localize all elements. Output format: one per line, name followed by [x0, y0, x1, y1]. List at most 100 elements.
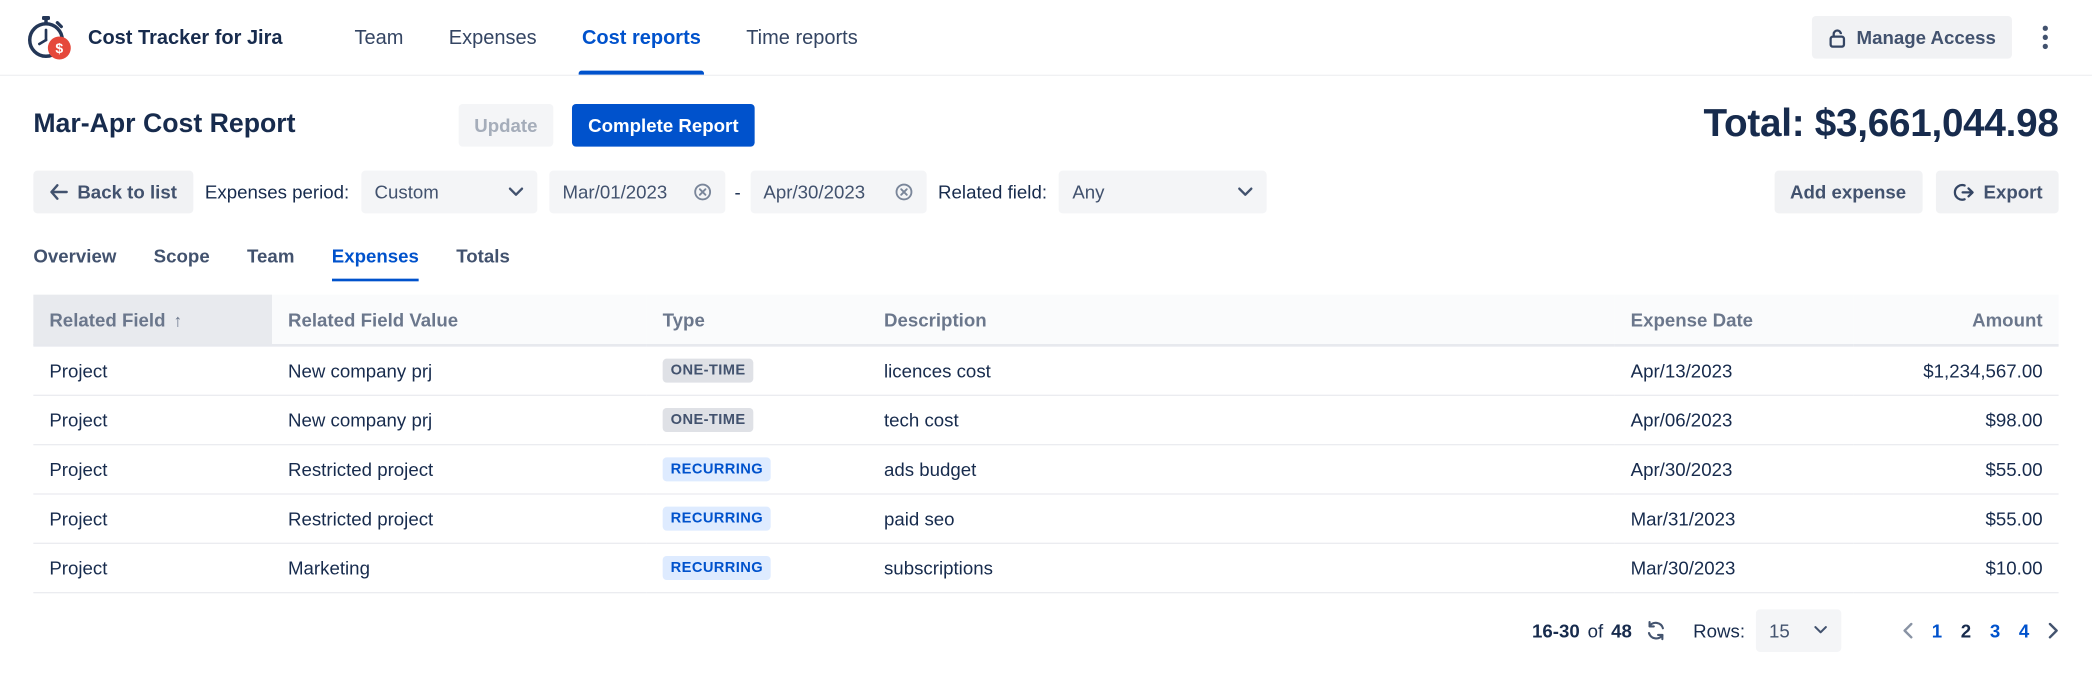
previous-page-icon[interactable]	[1902, 622, 1913, 638]
report-header: Mar-Apr Cost Report Update Complete Repo…	[0, 76, 2092, 155]
date-to-input[interactable]: Apr/30/2023	[750, 171, 926, 214]
back-to-list-button[interactable]: Back to list	[33, 171, 193, 214]
update-button[interactable]: Update	[458, 103, 553, 146]
page-button-3[interactable]: 3	[1990, 619, 2000, 640]
date-to-value: Apr/30/2023	[763, 181, 894, 202]
kebab-menu-icon	[2043, 25, 2048, 49]
refresh-icon[interactable]	[1645, 619, 1666, 640]
type-badge: ONE-TIME	[663, 359, 754, 383]
cell-amount: $1,234,567.00	[1853, 345, 2058, 394]
back-to-list-label: Back to list	[77, 181, 177, 202]
related-field-select[interactable]: Any	[1059, 171, 1267, 214]
clear-date-icon[interactable]	[894, 183, 913, 202]
expenses-table: Related Field↑ Related Field Value Type …	[33, 295, 2058, 593]
app-logo-icon: $	[21, 11, 74, 64]
type-badge: RECURRING	[663, 507, 771, 531]
cell-description: subscriptions	[868, 543, 1615, 592]
column-header-description[interactable]: Description	[868, 295, 1615, 346]
filter-row: Back to list Expenses period: Custom Mar…	[0, 155, 2092, 214]
cell-related-field: Project	[33, 345, 272, 394]
tab-scope[interactable]: Scope	[154, 245, 210, 281]
cell-type: ONE-TIME	[647, 395, 868, 444]
cell-related-field: Project	[33, 395, 272, 444]
nav-item-cost-reports[interactable]: Cost reports	[582, 0, 701, 75]
manage-access-label: Manage Access	[1857, 27, 1996, 48]
clear-date-icon[interactable]	[693, 183, 712, 202]
chevron-down-icon	[508, 187, 524, 198]
cell-related-field: Project	[33, 444, 272, 493]
cell-related-field-value: New company prj	[272, 345, 647, 394]
column-header-type[interactable]: Type	[647, 295, 868, 346]
rows-per-page-value: 15	[1769, 619, 1813, 640]
top-bar: $ Cost Tracker for Jira Team Expenses Cost…	[0, 0, 2092, 76]
brand: $ Cost Tracker for Jira	[21, 11, 282, 64]
cell-related-field-value: Marketing	[272, 543, 647, 592]
cell-related-field-value: New company prj	[272, 395, 647, 444]
sort-asc-icon: ↑	[174, 310, 183, 330]
cell-expense-date: Apr/06/2023	[1615, 395, 1854, 444]
type-badge: ONE-TIME	[663, 408, 754, 432]
table-row[interactable]: ProjectNew company prjONE-TIMElicences c…	[33, 345, 2058, 394]
related-field-value: Any	[1072, 181, 1237, 202]
date-from-value: Mar/01/2023	[563, 181, 694, 202]
cell-type: RECURRING	[647, 444, 868, 493]
tab-expenses[interactable]: Expenses	[332, 245, 419, 281]
expense-table-body: ProjectNew company prjONE-TIMElicences c…	[33, 345, 2058, 592]
manage-access-button[interactable]: Manage Access	[1813, 16, 2012, 59]
related-field-label: Related field:	[938, 181, 1047, 202]
cell-expense-date: Mar/30/2023	[1615, 543, 1854, 592]
nav-item-expenses[interactable]: Expenses	[449, 0, 537, 75]
app-title: Cost Tracker for Jira	[88, 26, 283, 49]
add-expense-button[interactable]: Add expense	[1774, 171, 1922, 214]
tab-overview[interactable]: Overview	[33, 245, 116, 281]
chevron-down-icon	[1813, 625, 1828, 634]
rows-per-page-select[interactable]: 15	[1756, 609, 1841, 652]
cell-amount: $98.00	[1853, 395, 2058, 444]
table-header: Related Field↑ Related Field Value Type …	[33, 295, 2058, 346]
type-badge: RECURRING	[663, 457, 771, 481]
complete-report-button[interactable]: Complete Report	[572, 103, 754, 146]
range-total: 48	[1611, 619, 1632, 640]
cell-related-field-value: Restricted project	[272, 493, 647, 542]
lock-icon	[1829, 27, 1848, 47]
pagination-range: 16-30 of 48	[1532, 619, 1632, 640]
nav-item-time-reports[interactable]: Time reports	[746, 0, 858, 75]
column-header-related-field-value[interactable]: Related Field Value	[272, 295, 647, 346]
type-badge: RECURRING	[663, 556, 771, 580]
tab-totals[interactable]: Totals	[456, 245, 510, 281]
column-label: Related Field	[49, 309, 165, 330]
page-button-2[interactable]: 2	[1961, 619, 1971, 640]
column-header-expense-date[interactable]: Expense Date	[1615, 295, 1854, 346]
cell-related-field: Project	[33, 493, 272, 542]
next-page-icon[interactable]	[2048, 622, 2059, 638]
cell-expense-date: Mar/31/2023	[1615, 493, 1854, 542]
nav-item-team[interactable]: Team	[355, 0, 404, 75]
export-label: Export	[1983, 181, 2042, 202]
top-nav: Team Expenses Cost reports Time reports	[355, 0, 858, 75]
column-header-amount[interactable]: Amount	[1853, 295, 2058, 346]
period-select[interactable]: Custom	[361, 171, 537, 214]
tab-team[interactable]: Team	[247, 245, 294, 281]
svg-text:$: $	[55, 40, 63, 56]
chevron-down-icon	[1238, 187, 1254, 198]
cell-amount: $55.00	[1853, 444, 2058, 493]
more-options-button[interactable]	[2025, 16, 2065, 59]
app-root: $ Cost Tracker for Jira Team Expenses Cost…	[0, 0, 2092, 689]
top-bar-right: Manage Access	[1813, 16, 2066, 59]
export-button[interactable]: Export	[1935, 171, 2058, 214]
table-row[interactable]: ProjectMarketingRECURRINGsubscriptionsMa…	[33, 543, 2058, 592]
report-tabs: Overview Scope Team Expenses Totals	[0, 213, 2092, 281]
table-row[interactable]: ProjectRestricted projectRECURRINGpaid s…	[33, 493, 2058, 542]
page-list: 1234	[1932, 619, 2030, 640]
date-from-input[interactable]: Mar/01/2023	[549, 171, 725, 214]
cell-related-field-value: Restricted project	[272, 444, 647, 493]
column-header-related-field[interactable]: Related Field ↑	[33, 295, 272, 346]
page-button-1[interactable]: 1	[1932, 619, 1942, 640]
report-total: Total: $3,661,044.98	[1704, 103, 2059, 147]
table-row[interactable]: ProjectRestricted projectRECURRINGads bu…	[33, 444, 2058, 493]
page-button-4[interactable]: 4	[2019, 619, 2029, 640]
range-of-label: of	[1588, 619, 1604, 640]
table-row[interactable]: ProjectNew company prj ONE-TIME tech costA…	[33, 395, 2058, 444]
export-icon	[1951, 182, 1974, 202]
cell-description: tech cost	[868, 395, 1615, 444]
